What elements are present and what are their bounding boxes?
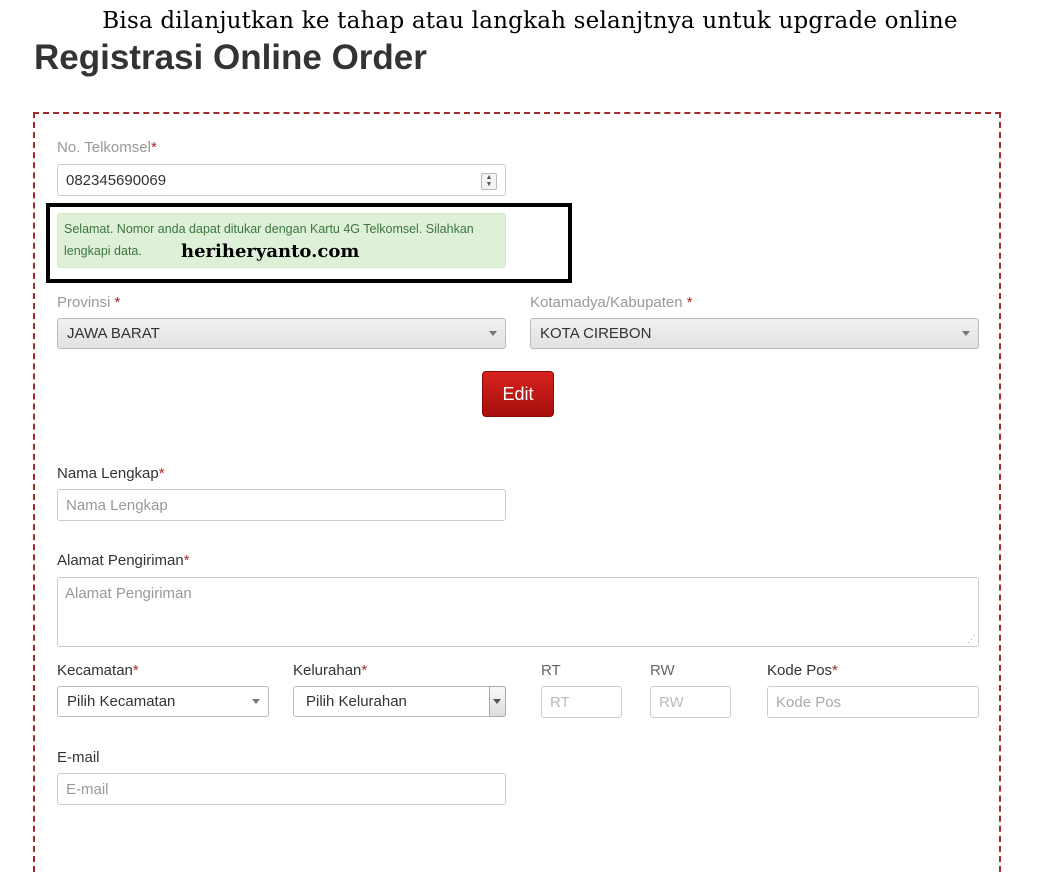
provinsi-label-text: Provinsi [57,294,115,311]
kodepos-label-text: Kode Pos [767,662,833,679]
watermark-text: heriheryanto.com [181,241,360,262]
dropdown-button[interactable] [489,686,506,717]
kelurahan-select[interactable]: Pilih Kelurahan [293,686,506,717]
required-marker: * [158,465,165,482]
kodepos-label: Kode Pos* [767,662,838,679]
kota-select-value: KOTA CIREBON [540,325,652,342]
email-label: E-mail [57,749,100,766]
caption-text: Bisa dilanjutkan ke tahap atau langkah s… [102,8,958,34]
nama-lengkap-input[interactable]: Nama Lengkap [57,489,506,521]
telkomsel-number-value: 082345690069 [66,172,167,189]
page-title: Registrasi Online Order [34,38,427,77]
alamat-label-text: Alamat Pengiriman [57,552,184,569]
kecamatan-label: Kecamatan* [57,662,139,679]
provinsi-select[interactable]: JAWA BARAT [57,318,506,349]
alamat-placeholder: Alamat Pengiriman [65,585,192,602]
nama-label: Nama Lengkap* [57,465,165,482]
telkomsel-label: No. Telkomsel* [57,139,157,156]
provinsi-label: Provinsi * [57,294,120,311]
kelurahan-label: Kelurahan* [293,662,367,679]
required-marker: * [183,552,190,569]
chevron-down-icon [252,699,260,704]
alamat-label: Alamat Pengiriman* [57,552,190,569]
required-marker: * [832,662,838,679]
kodepos-input[interactable]: Kode Pos [767,686,979,718]
rt-label: RT [541,662,561,679]
edit-button[interactable]: Edit [482,371,554,417]
kota-label: Kotamadya/Kabupaten * [530,294,693,311]
kelurahan-select-value: Pilih Kelurahan [306,693,407,710]
chevron-down-icon [489,331,497,336]
chevron-down-icon [962,331,970,336]
kecamatan-label-text: Kecamatan [57,662,133,679]
required-marker: * [114,294,121,311]
kota-select[interactable]: KOTA CIREBON [530,318,979,349]
telkomsel-label-text: No. Telkomsel [57,139,151,156]
telkomsel-number-input[interactable]: 082345690069 ▲ ▼ [57,164,506,196]
provinsi-select-value: JAWA BARAT [67,325,160,342]
kelurahan-label-text: Kelurahan [293,662,362,679]
required-marker: * [150,139,157,156]
chevron-down-icon [493,699,501,704]
rw-label: RW [650,662,675,679]
number-spinner[interactable]: ▲ ▼ [481,173,497,190]
rt-input[interactable]: RT [541,686,622,718]
alamat-textarea[interactable]: Alamat Pengiriman ⋰ [57,577,979,647]
rw-input[interactable]: RW [650,686,731,718]
kecamatan-select-value: Pilih Kecamatan [67,693,176,710]
required-marker: * [686,294,693,311]
kota-label-text: Kotamadya/Kabupaten [530,294,687,311]
email-input[interactable]: E-mail [57,773,506,805]
required-marker: * [361,662,368,679]
resize-grip-icon[interactable]: ⋰ [967,635,976,644]
required-marker: * [132,662,139,679]
nama-label-text: Nama Lengkap [57,465,159,482]
kecamatan-select[interactable]: Pilih Kecamatan [57,686,269,717]
